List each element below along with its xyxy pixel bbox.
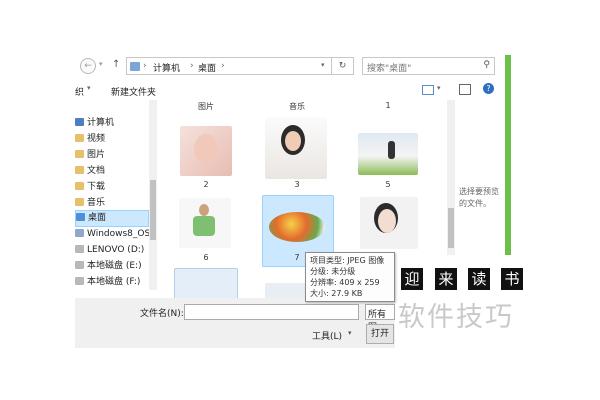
head-shape (199, 204, 209, 216)
sidebar-item-documents[interactable]: 文档 (75, 164, 147, 179)
help-icon[interactable]: ? (483, 83, 494, 94)
preview-pane: 选择要预览的文件。 (456, 100, 506, 250)
folder-icon (75, 134, 84, 142)
sidebar-item-computer[interactable]: 计算机 (75, 116, 147, 131)
history-dropdown-icon[interactable]: ▾ (99, 60, 103, 68)
tools-button[interactable]: 工具(L) (312, 329, 342, 342)
folder-icon (75, 198, 84, 206)
scrollbar-thumb[interactable] (448, 208, 454, 248)
watermark-char: 迎 (401, 268, 423, 290)
sidebar-item-videos[interactable]: 视频 (75, 132, 147, 147)
drive-icon (75, 245, 84, 253)
computer-icon (75, 118, 84, 126)
breadcrumb-computer[interactable]: 计算机 (153, 61, 180, 74)
drive-icon (75, 277, 84, 285)
chevron-right-icon: › (143, 61, 147, 71)
address-bar[interactable]: › 计算机 › 桌面 › ▾ (126, 57, 332, 75)
watermark-text: 软件技巧 (398, 302, 514, 333)
sidebar-item-desktop[interactable]: 桌面 (75, 210, 149, 227)
back-arrow-icon: ← (84, 61, 92, 71)
image-thumbnail[interactable] (265, 117, 327, 179)
folder-icon (75, 166, 84, 174)
folder-icon (76, 213, 85, 221)
view-icon[interactable] (422, 85, 434, 95)
file-label-2[interactable]: 2 (176, 180, 236, 189)
runner-shape (388, 141, 395, 159)
watermark-char: 书 (501, 268, 523, 290)
tooltip-size: 大小: 27.9 KB (310, 289, 363, 298)
file-label-6[interactable]: 6 (176, 253, 236, 262)
face-shape (194, 134, 218, 164)
navigation-pane: 计算机 视频 图片 文档 下载 音乐 桌面 Windows8_OS ( LENO… (75, 100, 157, 290)
file-info-tooltip: 项目类型: JPEG 图像 分级: 未分级 分辨率: 409 x 259 大小:… (305, 252, 395, 302)
image-thumbnail[interactable] (360, 197, 418, 249)
file-list-scrollbar[interactable] (447, 100, 455, 255)
face-shape (378, 209, 396, 233)
file-label-5[interactable]: 5 (358, 180, 418, 189)
toolbar: 织 ▾ 新建文件夹 ▾ ? (75, 82, 505, 100)
fruit-bowl-shape (269, 212, 325, 242)
watermark-char: 读 (468, 268, 490, 290)
image-thumbnail[interactable] (174, 268, 238, 300)
filetype-select[interactable]: 所有图 (365, 304, 395, 333)
chevron-right-icon: › (190, 61, 194, 71)
open-button[interactable]: 打开 (366, 324, 394, 344)
preview-pane-icon[interactable] (459, 84, 471, 95)
sidebar-item-music[interactable]: 音乐 (75, 196, 147, 211)
tools-dropdown-icon[interactable]: ▾ (348, 329, 352, 337)
up-button[interactable]: ↑ (112, 59, 120, 70)
watermark-char: 来 (435, 268, 457, 290)
folder-label-music[interactable]: 音乐 (267, 101, 327, 112)
image-thumbnail[interactable] (358, 133, 418, 175)
image-thumbnail[interactable] (180, 126, 232, 176)
preview-text: 选择要预览的文件。 (459, 187, 499, 208)
folder-icon (130, 62, 140, 71)
sidebar-item-windows8-os[interactable]: Windows8_OS ( (75, 227, 157, 242)
organize-button[interactable]: 织 (75, 85, 84, 98)
filename-input[interactable] (184, 304, 359, 320)
file-label-3[interactable]: 3 (267, 180, 327, 189)
sidebar-item-downloads[interactable]: 下载 (75, 180, 147, 195)
organize-dropdown-icon[interactable]: ▾ (87, 84, 91, 92)
tooltip-rating: 分级: 未分级 (310, 267, 356, 276)
back-button[interactable]: ← (80, 58, 96, 74)
breadcrumb-desktop[interactable]: 桌面 (198, 61, 216, 74)
sidebar-item-lenovo-d[interactable]: LENOVO (D:) (75, 243, 147, 258)
search-icon: ⚲ (483, 60, 490, 70)
filename-label: 文件名(N): (140, 309, 184, 319)
sidebar-item-disk-e[interactable]: 本地磁盘 (E:) (75, 259, 147, 274)
folder-icon (75, 150, 84, 158)
refresh-icon: ↻ (338, 61, 347, 71)
sidebar-item-pictures[interactable]: 图片 (75, 148, 147, 163)
image-thumbnail[interactable] (179, 198, 231, 248)
search-input[interactable]: 搜索"桌面" ⚲ (362, 57, 495, 75)
drive-icon (75, 261, 84, 269)
refresh-button[interactable]: ↻ (332, 57, 354, 75)
file-label-1[interactable]: 1 (358, 101, 418, 110)
new-folder-button[interactable]: 新建文件夹 (111, 85, 156, 98)
address-dropdown-icon[interactable]: ▾ (321, 61, 325, 69)
sidebar-item-disk-f[interactable]: 本地磁盘 (F:) (75, 275, 147, 290)
body-shape (193, 216, 215, 236)
green-edge (505, 55, 511, 255)
tooltip-type: 项目类型: JPEG 图像 (310, 256, 385, 265)
folder-icon (75, 182, 84, 190)
face-shape (285, 131, 301, 151)
folder-label-pictures[interactable]: 图片 (176, 101, 236, 112)
chevron-right-icon: › (221, 61, 225, 71)
view-dropdown-icon[interactable]: ▾ (437, 84, 441, 92)
drive-icon (75, 229, 84, 237)
tooltip-dimensions: 分辨率: 409 x 259 (310, 278, 380, 287)
